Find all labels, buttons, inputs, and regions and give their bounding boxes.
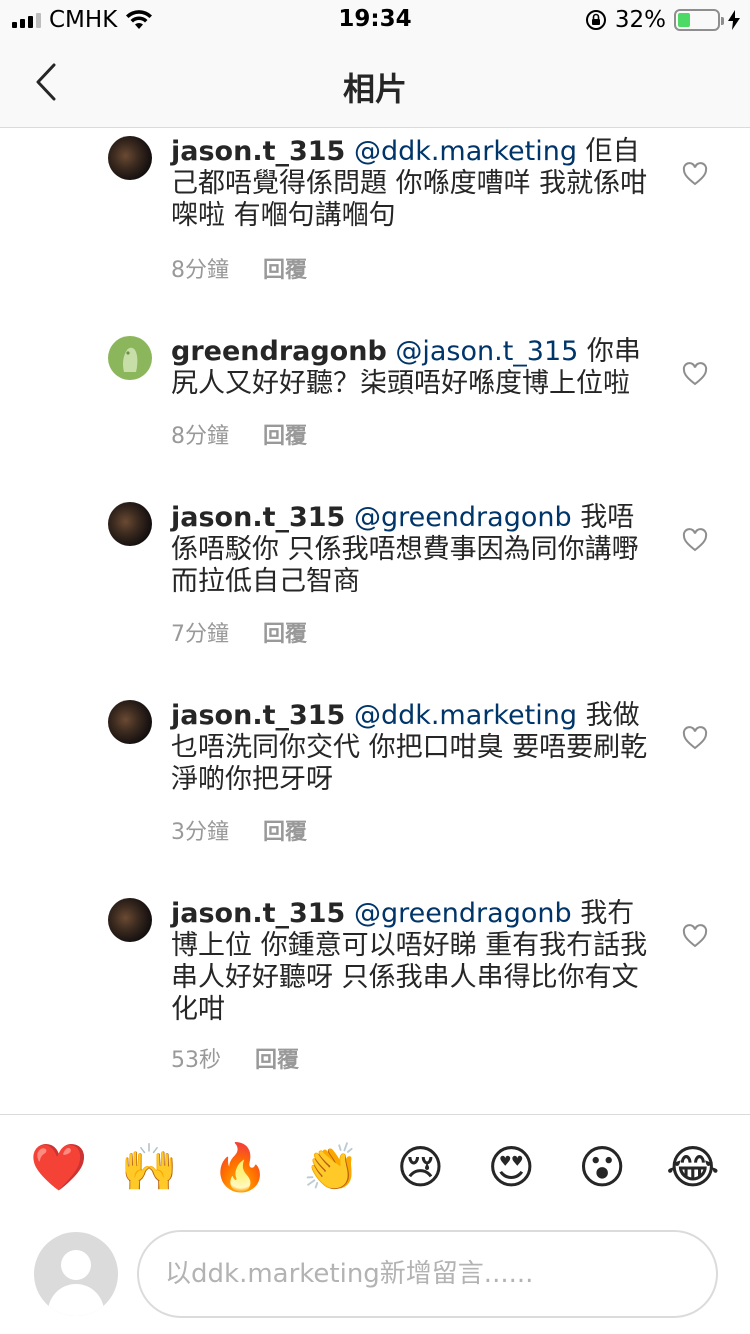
- comment-composer: [0, 1226, 750, 1326]
- avatar[interactable]: [108, 336, 152, 380]
- comment-meta: 7分鐘 回覆: [171, 616, 307, 648]
- comment-text: jason.t_315 @greendragonb 我冇博上位 你鍾意可以唔好睇…: [171, 898, 651, 1026]
- user-avatar-icon: [34, 1232, 118, 1316]
- comment-meta: 8分鐘 回覆: [171, 252, 307, 284]
- comment-time: 8分鐘: [171, 424, 229, 449]
- comment-list[interactable]: jason.t_315 @ddk.marketing 佢自己都唔覺得係問題 你喺…: [0, 128, 750, 1114]
- emoji-cry-button[interactable]: 😢: [393, 1140, 447, 1194]
- heart-icon[interactable]: [682, 528, 708, 552]
- battery-icon: [674, 9, 724, 31]
- comment-username[interactable]: jason.t_315: [171, 898, 345, 929]
- avatar[interactable]: [108, 136, 152, 180]
- heart-icon[interactable]: [682, 162, 708, 186]
- emoji-surprised-button[interactable]: 😮: [575, 1140, 629, 1194]
- comment-text: jason.t_315 @ddk.marketing 我做乜唔洗同你交代 你把口…: [171, 700, 651, 796]
- heart-icon[interactable]: [682, 362, 708, 386]
- comment-time: 53秒: [171, 1048, 221, 1073]
- emoji-fire-button[interactable]: 🔥: [212, 1140, 269, 1194]
- comment-mention[interactable]: @jason.t_315: [395, 336, 578, 367]
- emoji-heart-eyes-button[interactable]: 😍: [484, 1140, 538, 1194]
- comment-time: 8分鐘: [171, 258, 229, 283]
- comment-meta: 53秒 回覆: [171, 1042, 299, 1074]
- status-bar: CMHK 19:34 32%: [0, 0, 750, 40]
- heart-icon[interactable]: [682, 726, 708, 750]
- page-title: 相片: [342, 70, 407, 108]
- reply-button[interactable]: 回覆: [263, 814, 307, 846]
- comment-text: jason.t_315 @ddk.marketing 佢自己都唔覺得係問題 你喺…: [171, 136, 651, 232]
- emoji-laugh-button[interactable]: 😂: [666, 1140, 720, 1194]
- comment-text: greendragonb @jason.t_315 你串尻人又好好聽？柒頭唔好喺…: [171, 336, 651, 400]
- status-right: 32%: [585, 6, 740, 34]
- emoji-clap-button[interactable]: 👏: [303, 1140, 360, 1194]
- comment-time: 7分鐘: [171, 622, 229, 647]
- charging-bolt-icon: [728, 10, 740, 30]
- heart-icon[interactable]: [682, 924, 708, 948]
- battery-percent: 32%: [614, 7, 666, 33]
- emoji-raised-hands-button[interactable]: 🙌: [121, 1140, 178, 1194]
- comment-username[interactable]: jason.t_315: [171, 502, 345, 533]
- reply-button[interactable]: 回覆: [263, 616, 307, 648]
- comment-username[interactable]: jason.t_315: [171, 700, 345, 731]
- emoji-quick-bar: ❤️ 🙌 🔥 👏 😢 😍 😮 😂: [0, 1140, 750, 1196]
- avatar-figure-icon: [123, 347, 138, 372]
- emoji-heart-button[interactable]: ❤️: [30, 1140, 87, 1194]
- comment-meta: 3分鐘 回覆: [171, 814, 307, 846]
- comment-mention[interactable]: @greendragonb: [354, 502, 572, 533]
- avatar[interactable]: [108, 700, 152, 744]
- comment-mention[interactable]: @ddk.marketing: [354, 700, 577, 731]
- reply-button[interactable]: 回覆: [263, 252, 307, 284]
- avatar[interactable]: [108, 502, 152, 546]
- comment-input[interactable]: [137, 1230, 718, 1318]
- comment-username[interactable]: jason.t_315: [171, 136, 345, 167]
- orientation-lock-icon: [585, 10, 606, 30]
- comment-username[interactable]: greendragonb: [171, 336, 387, 367]
- comment-time: 3分鐘: [171, 820, 229, 845]
- nav-bar: 相片: [0, 40, 750, 128]
- comment-mention[interactable]: @greendragonb: [354, 898, 572, 929]
- comment-text: jason.t_315 @greendragonb 我唔係唔駁你 只係我唔想費事…: [171, 502, 651, 598]
- divider: [0, 1114, 750, 1115]
- avatar[interactable]: [108, 898, 152, 942]
- reply-button[interactable]: 回覆: [263, 418, 307, 450]
- comment-meta: 8分鐘 回覆: [171, 418, 307, 450]
- reply-button[interactable]: 回覆: [255, 1042, 299, 1074]
- comment-mention[interactable]: @ddk.marketing: [354, 136, 577, 167]
